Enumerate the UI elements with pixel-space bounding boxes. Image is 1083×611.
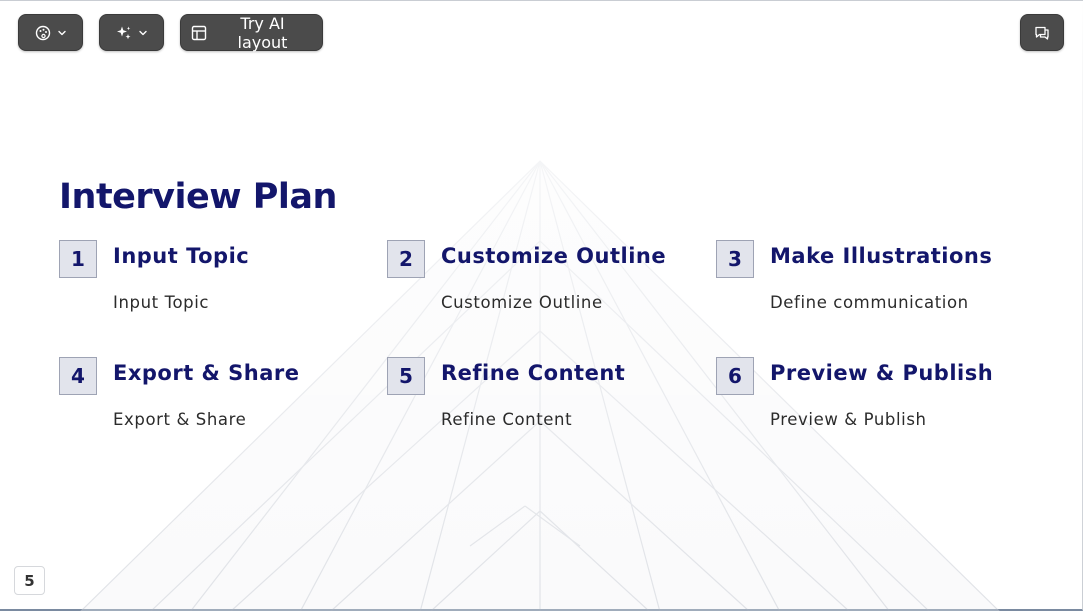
try-ai-layout-button[interactable]: Try AI layout [180, 13, 323, 52]
comment-button[interactable] [1020, 14, 1064, 51]
step-description: Preview & Publish [770, 410, 927, 429]
step-item: 5 Refine Content Refine Content [387, 357, 687, 447]
step-description: Input Topic [113, 293, 210, 312]
step-description: Export & Share [113, 410, 247, 429]
step-description: Refine Content [441, 410, 573, 429]
step-item: 2 Customize Outline Customize Outline [387, 240, 687, 330]
layout-icon [191, 25, 207, 41]
palette-icon [35, 25, 51, 41]
step-title: Customize Outline [441, 244, 667, 268]
step-title: Preview & Publish [770, 361, 994, 385]
step-number-box: 4 [59, 357, 97, 395]
step-description: Customize Outline [441, 293, 603, 312]
step-title: Export & Share [113, 361, 300, 385]
page-number-badge[interactable]: 5 [14, 566, 45, 595]
step-item: 1 Input Topic Input Topic [59, 240, 359, 330]
step-item: 4 Export & Share Export & Share [59, 357, 359, 447]
step-item: 6 Preview & Publish Preview & Publish [716, 357, 1016, 447]
chevron-down-icon [57, 28, 67, 38]
slide-title: Interview Plan [59, 177, 337, 217]
step-number-box: 3 [716, 240, 754, 278]
theme-dropdown-button[interactable] [18, 14, 83, 51]
step-number-box: 2 [387, 240, 425, 278]
step-title: Input Topic [113, 244, 250, 268]
step-description: Define communication [770, 293, 969, 312]
step-title: Make Illustrations [770, 244, 993, 268]
step-item: 3 Make Illustrations Define communicatio… [716, 240, 1016, 330]
step-number-box: 5 [387, 357, 425, 395]
ai-dropdown-button[interactable] [99, 14, 164, 51]
sparkle-icon [116, 25, 132, 41]
comment-icon [1034, 25, 1050, 41]
step-number-box: 1 [59, 240, 97, 278]
step-number-box: 6 [716, 357, 754, 395]
step-title: Refine Content [441, 361, 626, 385]
try-ai-layout-label: Try AI layout [237, 13, 288, 52]
chevron-down-icon [138, 28, 148, 38]
